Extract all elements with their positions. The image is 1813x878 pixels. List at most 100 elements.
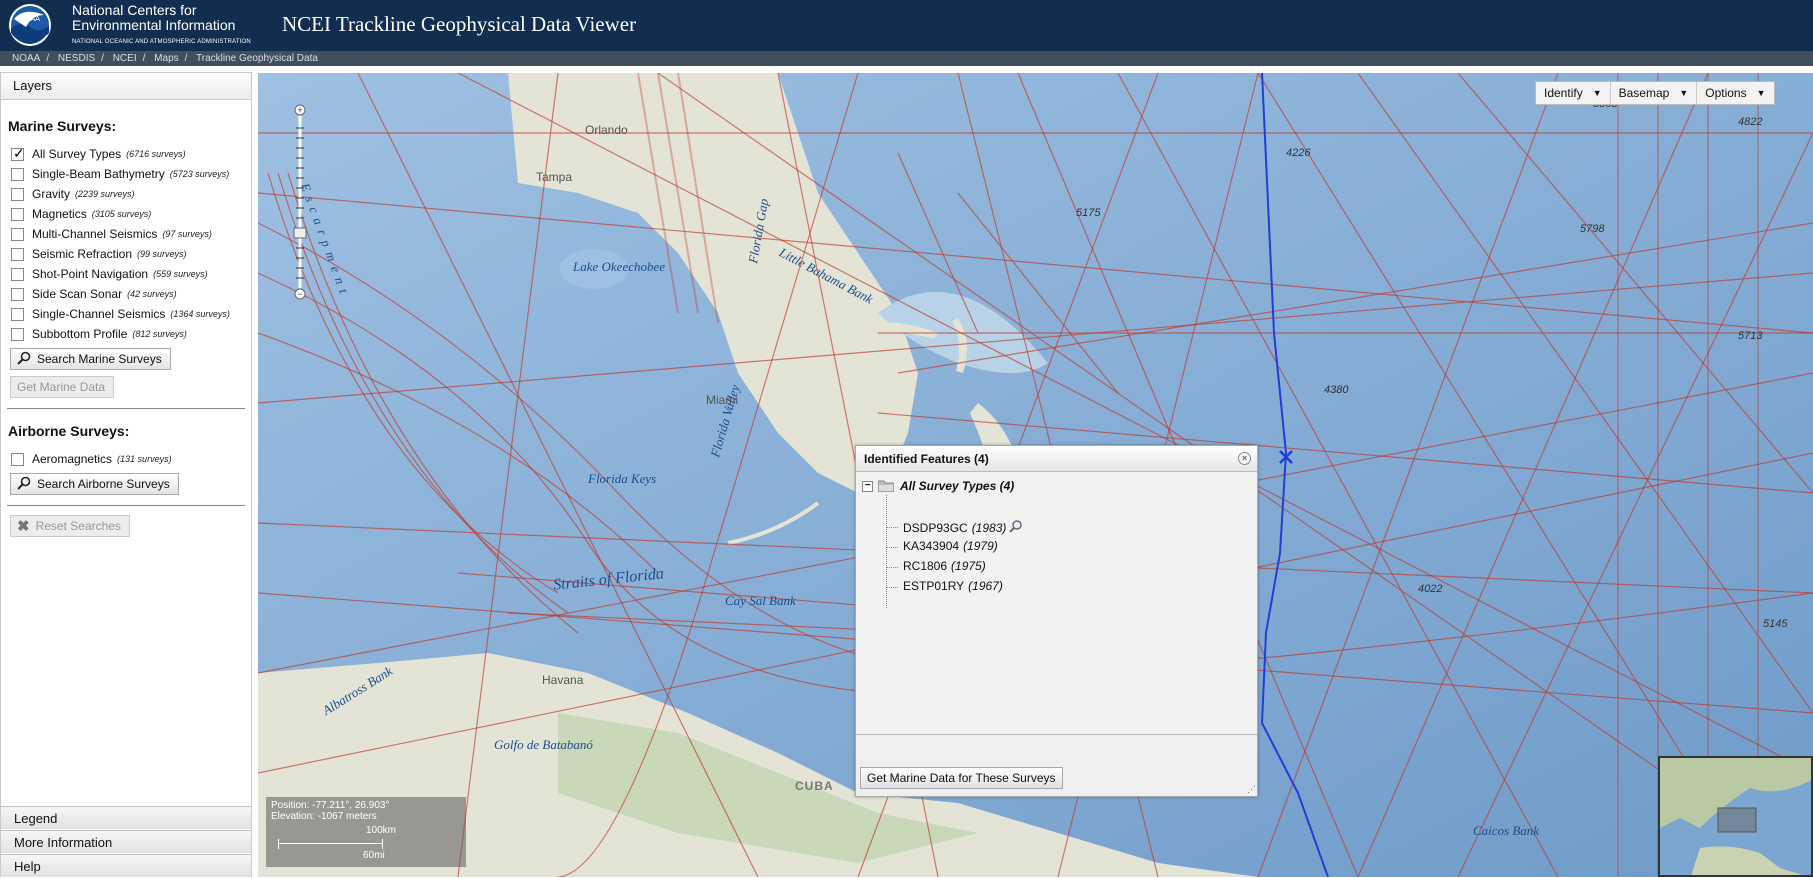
zoom-to-icon[interactable]: [1009, 519, 1023, 536]
marine-survey-checkbox[interactable]: [11, 307, 24, 321]
depth-5713: 5713: [1738, 330, 1763, 342]
zoom-slider[interactable]: + −: [293, 104, 307, 300]
airborne-survey-row[interactable]: Aeromagnetics (131 surveys): [1, 449, 251, 469]
resize-grip-icon[interactable]: ⋰: [1247, 784, 1256, 795]
depth-5145: 5145: [1763, 618, 1788, 630]
accordion-more-information[interactable]: More Information: [1, 830, 251, 853]
marine-surveys-title: Marine Surveys:: [8, 118, 117, 134]
overview-extent-box[interactable]: [1717, 807, 1757, 833]
marine-survey-checkbox[interactable]: [11, 145, 25, 162]
marine-survey-count: (97 surveys): [162, 229, 212, 239]
tree-item-survey[interactable]: ESTP01RY (1967): [903, 579, 1003, 593]
position-text: Position: -77.211°, 26.903°: [271, 800, 390, 811]
marine-survey-label: Single-Beam Bathymetry: [32, 167, 165, 181]
marine-survey-row[interactable]: Subbottom Profile (812 surveys): [1, 324, 251, 344]
marine-survey-count: (559 surveys): [153, 269, 208, 279]
marine-survey-checkbox[interactable]: [11, 207, 24, 221]
marine-survey-row[interactable]: Multi-Channel Seismics (97 surveys): [1, 224, 251, 244]
marine-survey-checkbox[interactable]: [11, 187, 24, 201]
survey-id: KA343904: [903, 539, 960, 553]
svg-text:+: +: [297, 105, 302, 115]
depth-5798: 5798: [1580, 223, 1605, 235]
reset-searches-button[interactable]: ✖ Reset Searches: [10, 515, 130, 537]
accordion-legend[interactable]: Legend: [1, 806, 251, 829]
close-icon[interactable]: ×: [1238, 452, 1251, 465]
breadcrumb-noaa[interactable]: NOAA: [12, 53, 40, 64]
marine-survey-checkbox[interactable]: [11, 267, 24, 281]
marine-survey-label: Gravity: [32, 187, 71, 201]
feature-tree: − All Survey Types (4) DSDP93GC (1983) KA…: [856, 473, 1257, 735]
popup-title-bar[interactable]: Identified Features (4) ×: [856, 446, 1257, 472]
app-title: NCEI Trackline Geophysical Data Viewer: [282, 12, 637, 36]
marine-survey-row[interactable]: All Survey Types (6716 surveys): [1, 144, 251, 164]
reset-searches-label: Reset Searches: [35, 519, 121, 533]
identify-menu[interactable]: Identify ▼: [1536, 82, 1611, 104]
marine-survey-row[interactable]: Gravity (2239 surveys): [1, 184, 251, 204]
tree-root-label: All Survey Types (4): [900, 479, 1015, 493]
breadcrumb-maps[interactable]: Maps: [154, 53, 178, 64]
options-menu[interactable]: Options ▼: [1697, 82, 1773, 104]
marine-survey-label: Magnetics: [32, 207, 87, 221]
marine-survey-row[interactable]: Seismic Refraction (99 surveys): [1, 244, 251, 264]
marine-survey-label: Side Scan Sonar: [32, 287, 123, 301]
accordion-help[interactable]: Help: [1, 854, 251, 877]
x-icon: ✖: [17, 518, 30, 535]
label-tampa: Tampa: [536, 170, 573, 184]
get-marine-data-button[interactable]: Get Marine Data: [10, 376, 115, 398]
marine-survey-checkbox[interactable]: [11, 247, 24, 261]
overview-map[interactable]: [1658, 756, 1813, 877]
breadcrumb: NOAA / NESDIS / NCEI / Maps / Trackline Geop…: [0, 51, 1813, 66]
org-subtitle: NATIONAL OCEANIC AND ATMOSPHERIC ADMINIS…: [72, 39, 251, 45]
zoom-handle[interactable]: [293, 227, 307, 239]
search-airborne-label: Search Airborne Surveys: [37, 477, 170, 491]
marine-survey-row[interactable]: Shot-Point Navigation (559 surveys): [1, 264, 251, 284]
search-marine-label: Search Marine Surveys: [37, 352, 162, 366]
label-lake-okeechobee: Lake Okeechobee: [573, 259, 666, 274]
marine-survey-row[interactable]: Side Scan Sonar (42 surveys): [1, 284, 251, 304]
magnifier-icon: [17, 351, 31, 368]
breadcrumb-ncei[interactable]: NCEI: [113, 53, 137, 64]
basemap-menu[interactable]: Basemap ▼: [1611, 82, 1698, 104]
marine-survey-checkbox[interactable]: [11, 287, 24, 301]
marine-survey-count: (1364 surveys): [170, 309, 230, 319]
elevation-text: Elevation: -1067 meters: [271, 811, 377, 822]
noaa-logo[interactable]: NOAA: [8, 3, 52, 47]
marine-survey-count: (99 surveys): [137, 249, 187, 259]
marine-survey-row[interactable]: Magnetics (3105 surveys): [1, 204, 251, 224]
depth-4022: 4022: [1418, 583, 1443, 595]
position-readout: Position: -77.211°, 26.903° Elevation: -…: [266, 797, 466, 867]
airborne-survey-label: Aeromagnetics: [32, 452, 113, 466]
logo-text: NOAA: [20, 16, 40, 23]
survey-id: RC1806: [903, 559, 948, 573]
tree-root[interactable]: − All Survey Types (4): [862, 479, 1014, 493]
airborne-survey-checkbox[interactable]: [11, 452, 24, 466]
search-marine-button[interactable]: Search Marine Surveys: [10, 348, 171, 370]
marine-survey-checkbox[interactable]: [11, 167, 24, 181]
layers-header[interactable]: Layers: [1, 73, 251, 100]
section-divider: [7, 408, 245, 409]
collapse-icon[interactable]: −: [862, 480, 873, 492]
marine-survey-count: (3105 surveys): [91, 209, 152, 219]
tree-item-survey[interactable]: KA343904 (1979): [903, 539, 998, 553]
tree-item-survey[interactable]: RC1806 (1975): [903, 559, 986, 573]
marine-survey-checkbox[interactable]: [11, 327, 24, 341]
survey-year: (1983): [971, 520, 1007, 535]
marine-survey-row[interactable]: Single-Beam Bathymetry (5723 surveys): [1, 164, 251, 184]
depth-5175: 5175: [1076, 207, 1101, 219]
marine-survey-row[interactable]: Single-Channel Seismics (1364 surveys): [1, 304, 251, 324]
label-cuba: CUBA: [795, 779, 834, 793]
map-toolbar: Identify ▼ Basemap ▼ Options ▼: [1535, 81, 1775, 105]
tree-item-survey[interactable]: DSDP93GC (1983): [903, 519, 1023, 536]
org-name[interactable]: National Centers for Environmental Infor…: [72, 3, 251, 50]
search-airborne-button[interactable]: Search Airborne Surveys: [10, 473, 179, 495]
get-marine-data-surveys-button[interactable]: Get Marine Data for These Surveys: [860, 767, 1063, 789]
survey-year: (1967): [968, 579, 1003, 593]
label-orlando: Orlando: [585, 123, 628, 137]
marine-survey-checkbox[interactable]: [11, 227, 24, 241]
tree-connector: [886, 495, 887, 608]
airborne-survey-count: (131 surveys): [117, 454, 172, 464]
breadcrumb-nesdis[interactable]: NESDIS: [58, 53, 95, 64]
breadcrumb-trackline[interactable]: Trackline Geophysical Data: [196, 53, 318, 64]
popup-title: Identified Features (4): [864, 452, 989, 466]
overview-map-image: [1660, 758, 1811, 875]
